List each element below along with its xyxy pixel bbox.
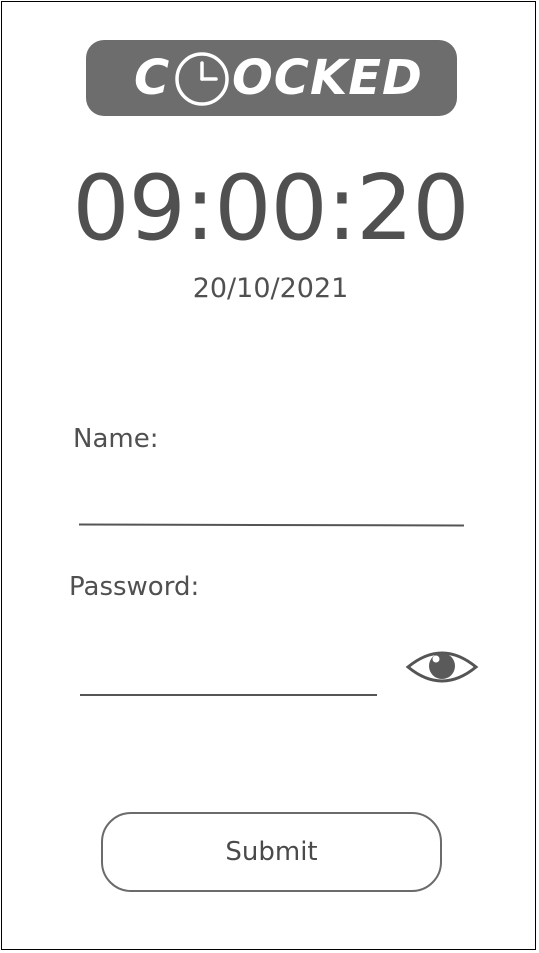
logo-letters: OCKED [232, 50, 423, 106]
logo-letter-c: C [134, 50, 171, 106]
password-input[interactable] [80, 662, 377, 696]
eye-icon[interactable] [405, 645, 479, 689]
name-label: Name: [73, 424, 159, 454]
current-date: 20/10/2021 [192, 273, 349, 304]
app-frame: C OCKED 09:00:20 20/10/2021 Name: Passwo… [1, 1, 536, 950]
password-label: Password: [69, 572, 200, 602]
name-input[interactable] [78, 491, 465, 527]
submit-button[interactable]: Submit [101, 812, 442, 892]
current-time: 09:00:20 [72, 156, 469, 261]
app-logo: C OCKED [86, 40, 457, 116]
clock-icon [175, 52, 229, 106]
